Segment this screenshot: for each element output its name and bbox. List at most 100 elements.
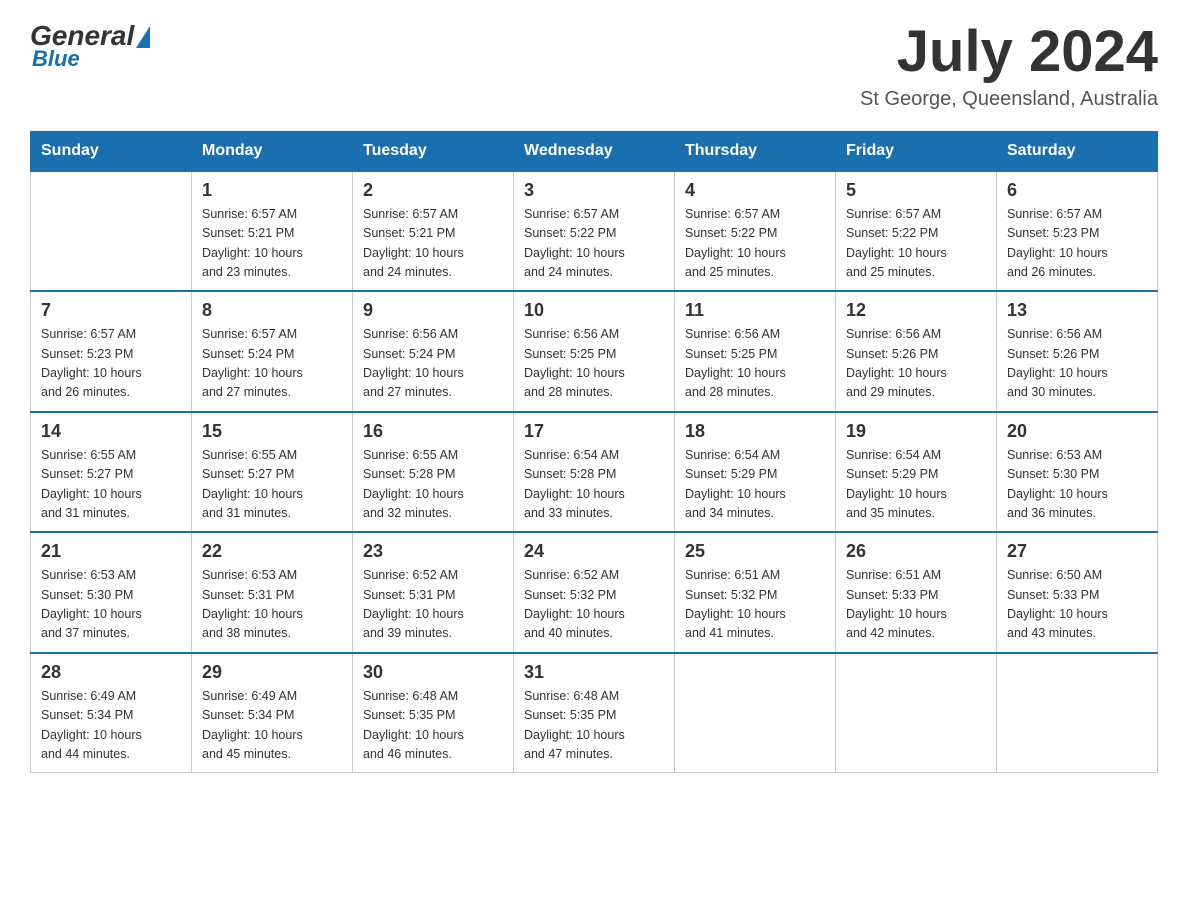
day-info: Sunrise: 6:57 AMSunset: 5:22 PMDaylight:…: [524, 205, 664, 283]
day-info: Sunrise: 6:56 AMSunset: 5:25 PMDaylight:…: [685, 325, 825, 403]
day-number: 30: [363, 662, 503, 683]
calendar-cell: [675, 653, 836, 773]
calendar-cell: 8Sunrise: 6:57 AMSunset: 5:24 PMDaylight…: [192, 291, 353, 412]
calendar-week-row: 7 Sunrise: 6:57 AMSunset: 5:23 PMDaylight…: [31, 291, 1158, 412]
calendar-cell: 1 Sunrise: 6:57 AMSunset: 5:21 PMDaylight…: [192, 171, 353, 292]
weekday-header-row: SundayMondayTuesdayWednesdayThursdayFrid…: [31, 131, 1158, 171]
calendar-week-row: 28 Sunrise: 6:49 AMSunset: 5:34 PMDayligh…: [31, 653, 1158, 773]
day-info: Sunrise: 6:56 AMSunset: 5:26 PMDaylight:…: [1007, 325, 1147, 403]
calendar-cell: 5Sunrise: 6:57 AMSunset: 5:22 PMDaylight…: [836, 171, 997, 292]
day-info: Sunrise: 6:55 AMSunset: 5:27 PMDaylight:…: [202, 446, 342, 524]
calendar-cell: 3 Sunrise: 6:57 AMSunset: 5:22 PMDaylight…: [514, 171, 675, 292]
day-number: 10: [524, 300, 664, 321]
calendar-cell: 10 Sunrise: 6:56 AMSunset: 5:25 PMDayligh…: [514, 291, 675, 412]
calendar-cell: 9 Sunrise: 6:56 AMSunset: 5:24 PMDaylight…: [353, 291, 514, 412]
day-number: 12: [846, 300, 986, 321]
day-number: 22: [202, 541, 342, 562]
calendar-cell: 4Sunrise: 6:57 AMSunset: 5:22 PMDaylight…: [675, 171, 836, 292]
day-info: Sunrise: 6:49 AMSunset: 5:34 PMDaylight:…: [202, 687, 342, 765]
weekday-header-tuesday: Tuesday: [353, 131, 514, 171]
day-number: 2: [363, 180, 503, 201]
calendar-cell: 6 Sunrise: 6:57 AMSunset: 5:23 PMDaylight…: [997, 171, 1158, 292]
day-info: Sunrise: 6:57 AMSunset: 5:21 PMDaylight:…: [202, 205, 342, 283]
logo-bottom-text: Blue: [32, 46, 80, 72]
day-number: 23: [363, 541, 503, 562]
logo-triangle-icon: [136, 26, 150, 48]
day-number: 28: [41, 662, 181, 683]
day-number: 21: [41, 541, 181, 562]
calendar-cell: 12 Sunrise: 6:56 AMSunset: 5:26 PMDayligh…: [836, 291, 997, 412]
day-number: 27: [1007, 541, 1147, 562]
day-info: Sunrise: 6:52 AMSunset: 5:32 PMDaylight:…: [524, 566, 664, 644]
calendar-cell: 30 Sunrise: 6:48 AMSunset: 5:35 PMDayligh…: [353, 653, 514, 773]
calendar-cell: 2 Sunrise: 6:57 AMSunset: 5:21 PMDaylight…: [353, 171, 514, 292]
day-number: 4: [685, 180, 825, 201]
logo: General Blue: [30, 20, 152, 72]
location-title: St George, Queensland, Australia: [860, 88, 1158, 111]
title-block: July 2024 St George, Queensland, Austral…: [860, 20, 1158, 111]
day-info: Sunrise: 6:56 AMSunset: 5:26 PMDaylight:…: [846, 325, 986, 403]
calendar-cell: [836, 653, 997, 773]
calendar-cell: 28Sunrise: 6:49 AMSunset: 5:34 PMDayligh…: [31, 653, 192, 773]
day-info: Sunrise: 6:55 AMSunset: 5:27 PMDaylight:…: [41, 446, 181, 524]
day-info: Sunrise: 6:56 AMSunset: 5:24 PMDaylight:…: [363, 325, 503, 403]
day-number: 26: [846, 541, 986, 562]
page-header: General Blue July 2024 St George, Queens…: [30, 20, 1158, 111]
calendar-cell: 15 Sunrise: 6:55 AMSunset: 5:27 PMDayligh…: [192, 412, 353, 533]
day-info: Sunrise: 6:51 AMSunset: 5:33 PMDaylight:…: [846, 566, 986, 644]
calendar-cell: 23Sunrise: 6:52 AMSunset: 5:31 PMDayligh…: [353, 532, 514, 653]
calendar-cell: 24Sunrise: 6:52 AMSunset: 5:32 PMDayligh…: [514, 532, 675, 653]
day-info: Sunrise: 6:48 AMSunset: 5:35 PMDaylight:…: [363, 687, 503, 765]
calendar-cell: 14Sunrise: 6:55 AMSunset: 5:27 PMDayligh…: [31, 412, 192, 533]
calendar-cell: 19 Sunrise: 6:54 AMSunset: 5:29 PMDayligh…: [836, 412, 997, 533]
calendar-cell: 31 Sunrise: 6:48 AMSunset: 5:35 PMDayligh…: [514, 653, 675, 773]
day-info: Sunrise: 6:57 AMSunset: 5:21 PMDaylight:…: [363, 205, 503, 283]
day-number: 8: [202, 300, 342, 321]
calendar-table: SundayMondayTuesdayWednesdayThursdayFrid…: [30, 131, 1158, 774]
day-info: Sunrise: 6:57 AMSunset: 5:23 PMDaylight:…: [41, 325, 181, 403]
day-number: 31: [524, 662, 664, 683]
day-number: 5: [846, 180, 986, 201]
day-info: Sunrise: 6:48 AMSunset: 5:35 PMDaylight:…: [524, 687, 664, 765]
calendar-cell: 7 Sunrise: 6:57 AMSunset: 5:23 PMDaylight…: [31, 291, 192, 412]
calendar-week-row: 14Sunrise: 6:55 AMSunset: 5:27 PMDayligh…: [31, 412, 1158, 533]
calendar-cell: 25Sunrise: 6:51 AMSunset: 5:32 PMDayligh…: [675, 532, 836, 653]
day-number: 15: [202, 421, 342, 442]
calendar-cell: 26 Sunrise: 6:51 AMSunset: 5:33 PMDayligh…: [836, 532, 997, 653]
day-info: Sunrise: 6:56 AMSunset: 5:25 PMDaylight:…: [524, 325, 664, 403]
weekday-header-thursday: Thursday: [675, 131, 836, 171]
calendar-cell: [31, 171, 192, 292]
calendar-cell: 17 Sunrise: 6:54 AMSunset: 5:28 PMDayligh…: [514, 412, 675, 533]
calendar-week-row: 21 Sunrise: 6:53 AMSunset: 5:30 PMDayligh…: [31, 532, 1158, 653]
day-number: 29: [202, 662, 342, 683]
calendar-cell: 13 Sunrise: 6:56 AMSunset: 5:26 PMDayligh…: [997, 291, 1158, 412]
weekday-header-wednesday: Wednesday: [514, 131, 675, 171]
day-number: 6: [1007, 180, 1147, 201]
weekday-header-monday: Monday: [192, 131, 353, 171]
calendar-cell: 20Sunrise: 6:53 AMSunset: 5:30 PMDayligh…: [997, 412, 1158, 533]
weekday-header-saturday: Saturday: [997, 131, 1158, 171]
day-number: 9: [363, 300, 503, 321]
calendar-cell: 11Sunrise: 6:56 AMSunset: 5:25 PMDayligh…: [675, 291, 836, 412]
day-number: 17: [524, 421, 664, 442]
day-info: Sunrise: 6:53 AMSunset: 5:30 PMDaylight:…: [41, 566, 181, 644]
day-number: 18: [685, 421, 825, 442]
calendar-cell: 29 Sunrise: 6:49 AMSunset: 5:34 PMDayligh…: [192, 653, 353, 773]
day-number: 3: [524, 180, 664, 201]
calendar-cell: 21 Sunrise: 6:53 AMSunset: 5:30 PMDayligh…: [31, 532, 192, 653]
day-info: Sunrise: 6:54 AMSunset: 5:28 PMDaylight:…: [524, 446, 664, 524]
day-number: 1: [202, 180, 342, 201]
day-info: Sunrise: 6:50 AMSunset: 5:33 PMDaylight:…: [1007, 566, 1147, 644]
day-number: 16: [363, 421, 503, 442]
month-title: July 2024: [860, 20, 1158, 84]
day-number: 20: [1007, 421, 1147, 442]
day-number: 19: [846, 421, 986, 442]
calendar-cell: 27 Sunrise: 6:50 AMSunset: 5:33 PMDayligh…: [997, 532, 1158, 653]
day-info: Sunrise: 6:54 AMSunset: 5:29 PMDaylight:…: [846, 446, 986, 524]
day-info: Sunrise: 6:57 AMSunset: 5:23 PMDaylight:…: [1007, 205, 1147, 283]
day-info: Sunrise: 6:53 AMSunset: 5:31 PMDaylight:…: [202, 566, 342, 644]
day-number: 13: [1007, 300, 1147, 321]
weekday-header-friday: Friday: [836, 131, 997, 171]
day-number: 7: [41, 300, 181, 321]
calendar-cell: [997, 653, 1158, 773]
